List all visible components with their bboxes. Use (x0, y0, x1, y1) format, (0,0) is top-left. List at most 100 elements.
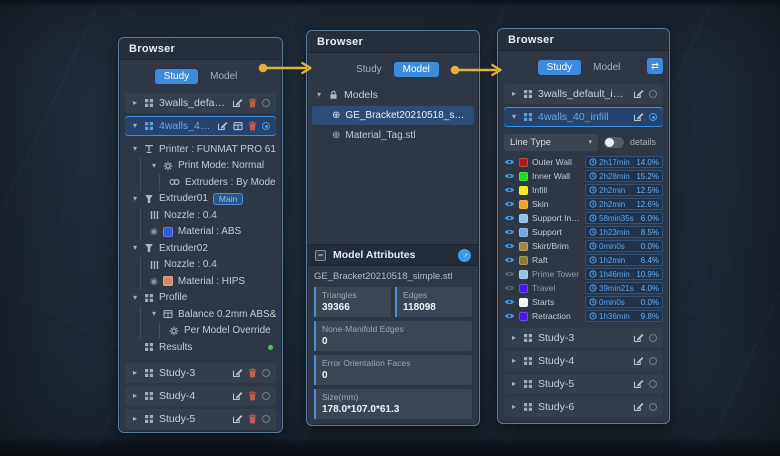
trash-icon[interactable] (248, 368, 257, 378)
study-row[interactable]: ▸ Study-6 (504, 397, 663, 417)
line-type-row[interactable]: Starts 0min0s 0.0% (504, 295, 663, 309)
locate-icon[interactable]: → (458, 249, 471, 262)
caret-right-icon[interactable]: ▸ (510, 403, 518, 411)
caret-down-icon[interactable]: ▾ (131, 244, 139, 252)
caret-right-icon[interactable]: ▸ (131, 99, 139, 107)
study-row[interactable]: ▸ Study-5 (125, 409, 276, 429)
caret-down-icon[interactable]: ▾ (131, 122, 139, 130)
tree-item-balance-profile[interactable]: ▾ Balance 0.2mm ABS&HIPS (150, 306, 276, 323)
edit-icon[interactable] (633, 402, 644, 412)
caret-right-icon[interactable]: ▸ (510, 90, 518, 98)
tree-item-printer[interactable]: ▾ Printer : FUNMAT PRO 610HT (131, 141, 276, 158)
tree-item-results[interactable]: Results (131, 339, 276, 356)
line-type-row[interactable]: Skin 2h2min 12.6% (504, 197, 663, 211)
radio-icon[interactable] (262, 392, 270, 400)
caret-down-icon[interactable]: ▾ (131, 145, 139, 153)
line-type-row[interactable]: Raft 1h2min 6.4% (504, 253, 663, 267)
edit-icon[interactable] (232, 368, 243, 378)
caret-down-icon[interactable]: ▾ (150, 310, 158, 318)
edit-icon[interactable] (232, 98, 243, 108)
line-type-row[interactable]: Skirt/Brim 0min0s 0.0% (504, 239, 663, 253)
eye-icon[interactable] (504, 214, 515, 222)
collapse-icon[interactable]: − (315, 250, 326, 261)
tree-item-print-mode[interactable]: ▾ Print Mode: Normal (150, 158, 276, 175)
tree-item-profile[interactable]: ▾ Profile (131, 290, 276, 307)
tree-item-material1[interactable]: ◉ Material : ABS (150, 224, 276, 241)
caret-right-icon[interactable]: ▸ (131, 392, 139, 400)
eye-icon[interactable] (504, 298, 515, 306)
tree-item-per-model-override[interactable]: Per Model Override (169, 323, 276, 340)
tab-study[interactable]: Study (347, 62, 391, 77)
study-row-4walls-selected[interactable]: ▾ 4walls_40_infill (125, 116, 276, 136)
radio-icon[interactable] (649, 357, 657, 365)
eye-icon[interactable] (504, 312, 515, 320)
models-group-row[interactable]: ▾ Models (307, 85, 479, 105)
edit-icon[interactable] (633, 112, 644, 122)
radio-icon[interactable] (649, 403, 657, 411)
caret-down-icon[interactable]: ▾ (131, 294, 139, 302)
study-row-3walls[interactable]: ▸ 3walls_default_infill (125, 93, 276, 113)
trash-icon[interactable] (248, 121, 257, 131)
study-row[interactable]: ▸ Study-5 (504, 374, 663, 394)
radio-icon[interactable] (262, 99, 270, 107)
caret-down-icon[interactable]: ▾ (510, 113, 518, 121)
tree-item-nozzle2[interactable]: Nozzle : 0.4 (150, 257, 276, 274)
table-icon[interactable] (233, 121, 243, 131)
tab-model[interactable]: Model (201, 69, 246, 84)
study-row[interactable]: ▸ Study-3 (125, 363, 276, 383)
line-type-row[interactable]: Support 1h23min 8.5% (504, 225, 663, 239)
study-row-4walls-selected[interactable]: ▾ 4walls_40_infill (504, 107, 663, 127)
tab-model[interactable]: Model (394, 62, 439, 77)
tab-study[interactable]: Study (538, 60, 582, 75)
trash-icon[interactable] (248, 391, 257, 401)
line-type-row[interactable]: Retraction 1h36min 9.8% (504, 309, 663, 323)
target-icon[interactable] (262, 122, 270, 130)
study-row[interactable]: ▸ Study-4 (504, 351, 663, 371)
model-row[interactable]: ⊕ Material_Tag.stl (307, 126, 479, 145)
edit-icon[interactable] (633, 333, 644, 343)
trash-icon[interactable] (248, 414, 257, 424)
line-type-row[interactable]: Outer Wall 2h17min 14.0% (504, 155, 663, 169)
target-icon[interactable] (649, 113, 657, 121)
eye-icon[interactable] (504, 242, 515, 250)
eye-icon[interactable] (504, 284, 515, 292)
edit-icon[interactable] (217, 121, 228, 131)
study-row[interactable]: ▸ Study-3 (504, 328, 663, 348)
caret-right-icon[interactable]: ▸ (131, 415, 139, 423)
line-type-row[interactable]: Prime Tower 1h46min 10.9% (504, 267, 663, 281)
tree-item-nozzle1[interactable]: Nozzle : 0.4 (150, 207, 276, 224)
tab-study[interactable]: Study (155, 69, 199, 84)
edit-icon[interactable] (633, 356, 644, 366)
eye-icon[interactable] (504, 228, 515, 236)
line-type-row[interactable]: Inner Wall 2h28min 15.2% (504, 169, 663, 183)
line-type-row[interactable]: Travel 39min21s 4.0% (504, 281, 663, 295)
edit-icon[interactable] (633, 89, 644, 99)
study-row[interactable]: ▸ Study-4 (125, 386, 276, 406)
eye-icon[interactable] (504, 158, 515, 166)
radio-icon[interactable] (649, 334, 657, 342)
edit-icon[interactable] (633, 379, 644, 389)
caret-down-icon[interactable]: ▾ (315, 91, 323, 99)
line-type-row[interactable]: Support Interface 58min35s 6.0% (504, 211, 663, 225)
eye-icon[interactable] (504, 256, 515, 264)
caret-right-icon[interactable]: ▸ (510, 334, 518, 342)
model-attributes-header[interactable]: − Model Attributes → (307, 244, 479, 266)
radio-icon[interactable] (649, 380, 657, 388)
compare-button[interactable]: ⇄ (647, 58, 663, 74)
trash-icon[interactable] (248, 98, 257, 108)
tree-item-material2[interactable]: ◉ Material : HIPS (150, 273, 276, 290)
radio-icon[interactable] (649, 90, 657, 98)
details-toggle[interactable] (604, 137, 624, 148)
caret-right-icon[interactable]: ▸ (510, 357, 518, 365)
study-row-3walls[interactable]: ▸ 3walls_default_infill (504, 84, 663, 104)
caret-down-icon[interactable]: ▾ (131, 195, 139, 203)
edit-icon[interactable] (232, 391, 243, 401)
line-type-row[interactable]: Infill 2h2min 12.5% (504, 183, 663, 197)
eye-icon[interactable] (504, 186, 515, 194)
caret-right-icon[interactable]: ▸ (510, 380, 518, 388)
eye-icon[interactable] (504, 172, 515, 180)
tab-model[interactable]: Model (584, 60, 629, 75)
caret-down-icon[interactable]: ▾ (150, 162, 158, 170)
line-type-select[interactable]: Line Type ▾ (504, 134, 598, 151)
eye-icon[interactable] (504, 270, 515, 278)
